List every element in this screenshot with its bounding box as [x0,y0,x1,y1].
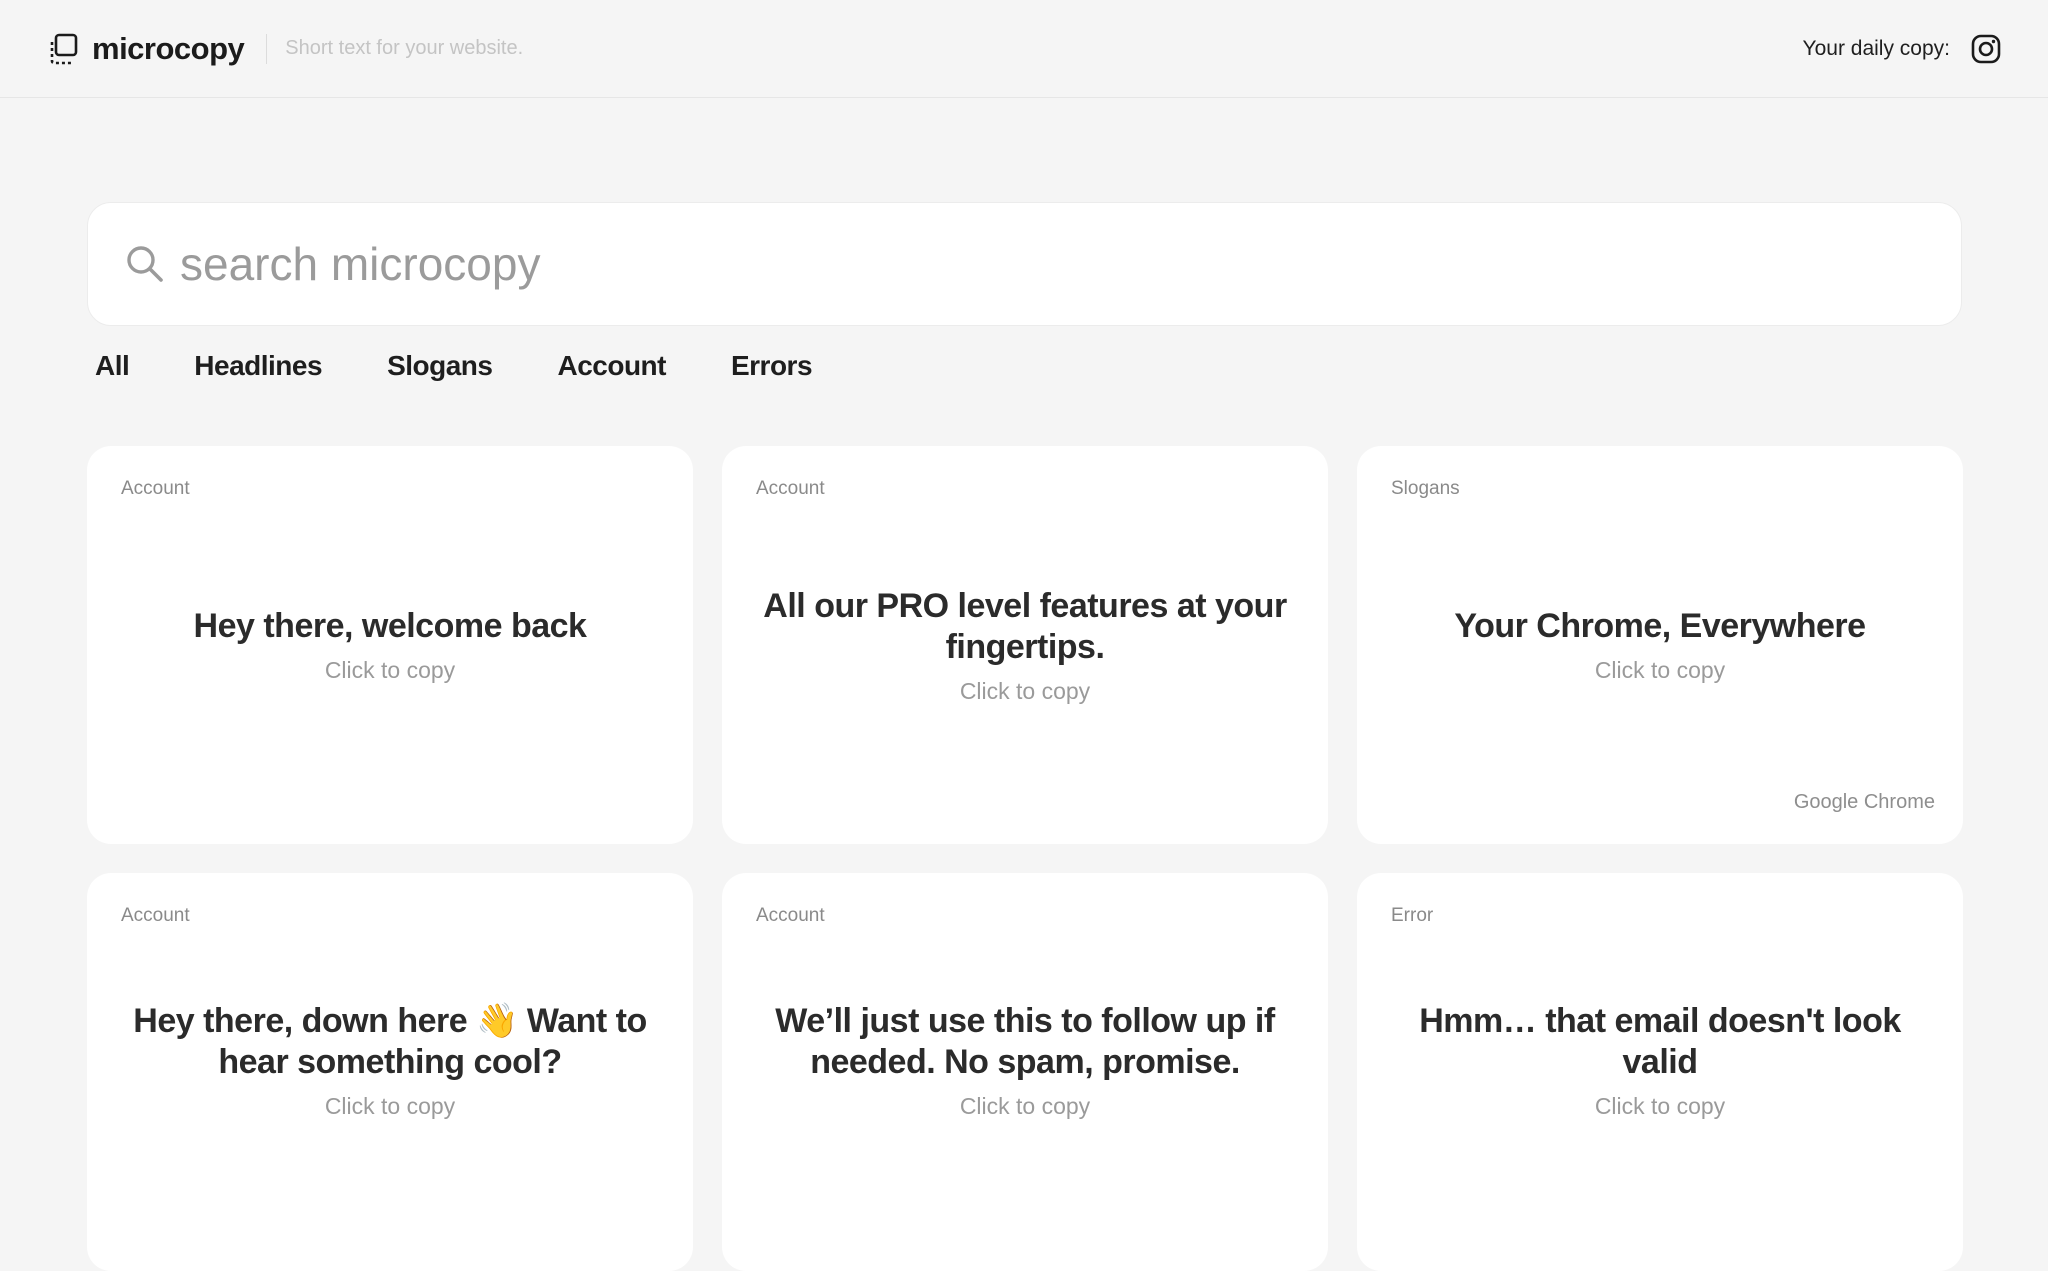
search-input[interactable] [180,237,1880,291]
tab-headlines[interactable]: Headlines [194,350,322,382]
copy-card[interactable]: Account We’ll just use this to follow up… [722,873,1328,1271]
click-to-copy[interactable]: Click to copy [960,1093,1090,1120]
card-body: Your Chrome, Everywhere Click to copy [1397,446,1923,844]
click-to-copy[interactable]: Click to copy [325,1093,455,1120]
copy-card[interactable]: Error Hmm… that email doesn't look valid… [1357,873,1963,1271]
copy-card[interactable]: Slogans Your Chrome, Everywhere Click to… [1357,446,1963,844]
daily-copy-label: Your daily copy: [1802,36,1950,60]
tab-slogans[interactable]: Slogans [387,350,493,382]
card-body: Hey there, welcome back Click to copy [127,446,653,844]
tab-all[interactable]: All [95,350,130,382]
click-to-copy[interactable]: Click to copy [960,678,1090,705]
top-bar: microcopy Short text for your website. Y… [0,0,2048,98]
card-text: Hey there, down here 👋 Want to hear some… [133,1002,647,1081]
brand-name: microcopy [92,30,245,66]
tagline: Short text for your website. [285,37,524,59]
copy-card[interactable]: Account All our PRO level features at yo… [722,446,1328,844]
card-source: Google Chrome [1793,791,1935,813]
logo[interactable]: microcopy [46,30,245,67]
click-to-copy[interactable]: Click to copy [325,657,455,684]
copy-logo-icon [50,33,78,64]
copy-card[interactable]: Account Hey there, down here 👋 Want to h… [87,873,693,1271]
daily-copy: Your daily copy: [1803,33,2002,65]
card-body: We’ll just use this to follow up if need… [762,873,1288,1271]
click-to-copy[interactable]: Click to copy [1595,657,1725,684]
card-text: All our PRO level features at your finge… [763,586,1287,666]
search-icon [127,246,163,282]
card-body: Hmm… that email doesn't look valid Click… [1397,873,1923,1271]
card-body: Hey there, down here 👋 Want to hear some… [127,873,653,1271]
header-divider [266,33,268,64]
category-tabs: All Headlines Slogans Account Errors [95,350,877,382]
tab-account[interactable]: Account [557,350,666,382]
card-body: All our PRO level features at your finge… [762,446,1288,844]
instagram-icon[interactable] [1970,33,2002,65]
tab-errors[interactable]: Errors [731,350,813,382]
click-to-copy[interactable]: Click to copy [1595,1093,1725,1120]
copy-card[interactable]: Account Hey there, welcome back Click to… [87,446,693,844]
card-text: Hmm… that email doesn't look valid [1419,1002,1901,1081]
search-bar [87,202,1962,326]
card-text: We’ll just use this to follow up if need… [775,1002,1275,1081]
card-text: Hey there, welcome back [193,607,587,645]
copy-grid: Account Hey there, welcome back Click to… [87,446,1963,1271]
card-text: Your Chrome, Everywhere [1454,607,1866,645]
